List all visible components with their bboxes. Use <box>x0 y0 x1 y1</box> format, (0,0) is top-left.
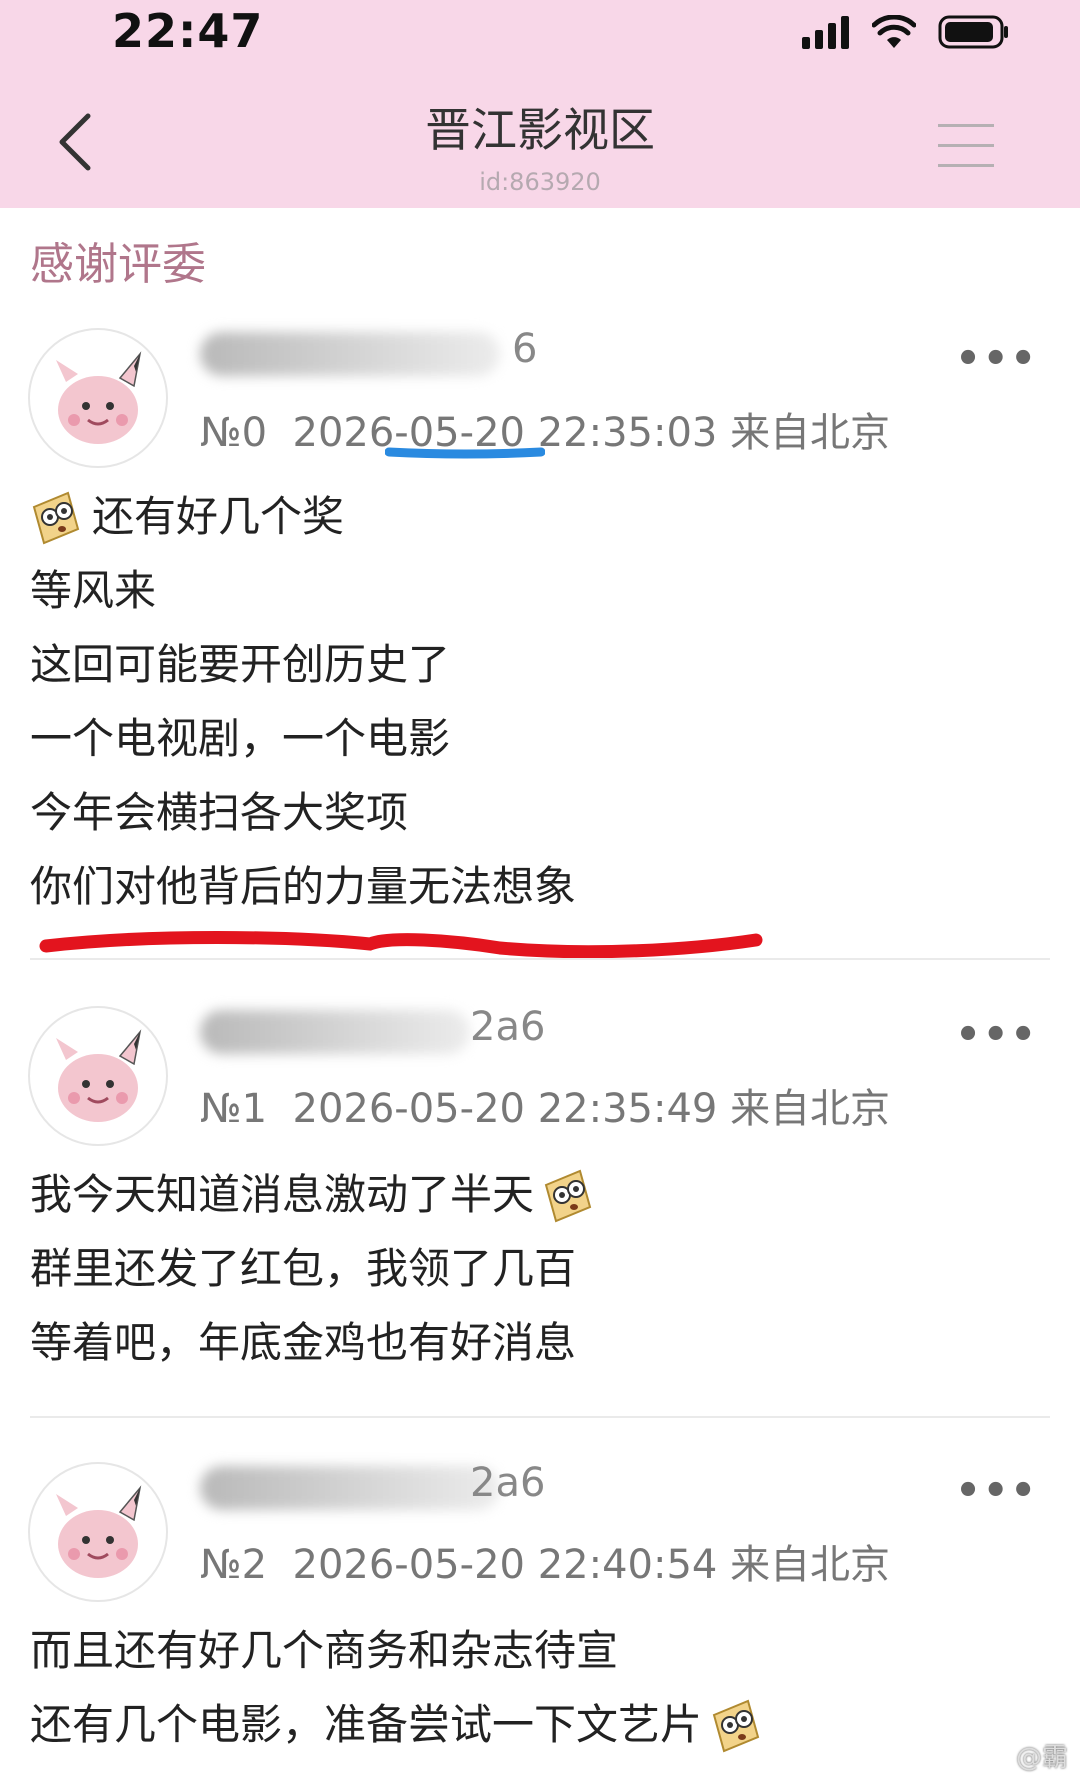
nav-bar: 晋江影视区 id:863920 <box>0 72 1080 208</box>
post-1: 2a6 №1 2026-05-20 22:35:49 来自北京 ••• 我今天知… <box>0 998 1080 1418</box>
status-icons <box>800 14 1010 50</box>
content-line: 还有好几个奖 <box>30 480 576 554</box>
post-divider <box>30 958 1050 960</box>
post-time: 22:35:49 <box>537 1086 718 1132</box>
post-location: 来自北京 <box>730 1086 891 1132</box>
floor-number: №0 <box>200 410 268 456</box>
shocked-face-emoji-icon <box>32 491 80 545</box>
watermark: @霸 <box>1015 1743 1068 1773</box>
content-line: 等着吧，年底金鸡也有好消息 <box>30 1318 577 1367</box>
content-line: 今年会横扫各大奖项 <box>30 788 409 837</box>
post-content: 我今天知道消息激动了半天 群里还发了红包，我领了几百 等着吧，年底金鸡也有好消息 <box>30 1158 594 1380</box>
avatar[interactable] <box>28 328 168 468</box>
post-location: 来自北京 <box>730 1542 891 1588</box>
pink-creature-avatar-icon <box>56 1029 142 1122</box>
menu-button[interactable] <box>938 124 994 170</box>
post-2: 2a6 №2 2026-05-20 22:40:54 来自北京 ••• 而且还有… <box>0 1454 1080 1782</box>
username-suffix: 2a6 <box>470 1460 546 1506</box>
username-suffix: 2a6 <box>470 1004 546 1050</box>
content-line: 你们对他背后的力量无法想象 <box>30 862 577 911</box>
wifi-icon <box>872 15 916 48</box>
more-options-button[interactable]: ••• <box>955 1012 1038 1058</box>
content-line: 一个电视剧，一个电影 <box>30 714 451 763</box>
pink-creature-avatar-icon <box>56 351 142 444</box>
username-blurred <box>200 1466 500 1510</box>
avatar[interactable] <box>28 1006 168 1146</box>
post-meta: №1 2026-05-20 22:35:49 来自北京 <box>200 1076 890 1134</box>
status-bar: 22:47 <box>0 0 1080 72</box>
username-suffix: 6 <box>512 326 538 372</box>
content-line: 我今天知道消息激动了半天 <box>30 1158 594 1232</box>
avatar[interactable] <box>28 1462 168 1602</box>
content-line: 群里还发了红包，我领了几百 <box>30 1244 577 1293</box>
battery-icon <box>938 15 1008 49</box>
floor-number: №2 <box>200 1542 268 1588</box>
post-divider <box>30 1416 1050 1418</box>
content-line: 等风来 <box>30 566 157 615</box>
post-meta: №0 2026-05-20 22:35:03 来自北京 <box>200 400 890 458</box>
red-underline-annotation <box>39 931 763 959</box>
more-options-button[interactable]: ••• <box>955 336 1038 382</box>
post-content: 而且还有好几个商务和杂志待宣 还有几个电影，准备尝试一下文艺片 <box>30 1614 762 1762</box>
content-line: 还有几个电影，准备尝试一下文艺片 <box>30 1688 762 1762</box>
post-date: 2026-05-20 <box>292 1542 525 1588</box>
page-subtitle: id:863920 <box>479 168 601 196</box>
post-time: 22:40:54 <box>537 1542 718 1588</box>
username-blurred <box>200 1010 470 1054</box>
page-title: 晋江影视区 <box>425 103 655 157</box>
status-time: 22:47 <box>112 4 264 58</box>
hamburger-icon <box>938 124 994 127</box>
post-0: 6 №0 2026-05-20 22:35:03 来自北京 ••• 还有好几个奖… <box>0 320 1080 970</box>
content-text: 我今天知道消息激动了半天 <box>30 1170 535 1219</box>
shocked-face-emoji-icon <box>712 1699 760 1753</box>
more-options-button[interactable]: ••• <box>955 1468 1038 1514</box>
username-blurred <box>200 332 500 376</box>
blue-underline-annotation <box>385 447 545 459</box>
section-title: 感谢评委 <box>30 239 206 290</box>
signal-icon <box>802 16 849 49</box>
content-line: 这回可能要开创历史了 <box>30 640 451 689</box>
floor-number: №1 <box>200 1086 268 1132</box>
content-text: 还有好几个奖 <box>92 492 345 541</box>
post-date: 2026-05-20 <box>292 1086 525 1132</box>
post-location: 来自北京 <box>730 410 891 456</box>
post-meta: №2 2026-05-20 22:40:54 来自北京 <box>200 1532 890 1590</box>
content-text: 还有几个电影，准备尝试一下文艺片 <box>30 1700 703 1749</box>
post-content: 还有好几个奖 等风来 这回可能要开创历史了 一个电视剧，一个电影 今年会横扫各大… <box>30 480 576 924</box>
pink-creature-avatar-icon <box>56 1485 142 1578</box>
shocked-face-emoji-icon <box>544 1169 592 1223</box>
post-time: 22:35:03 <box>537 410 718 456</box>
content-line: 而且还有好几个商务和杂志待宣 <box>30 1626 619 1675</box>
